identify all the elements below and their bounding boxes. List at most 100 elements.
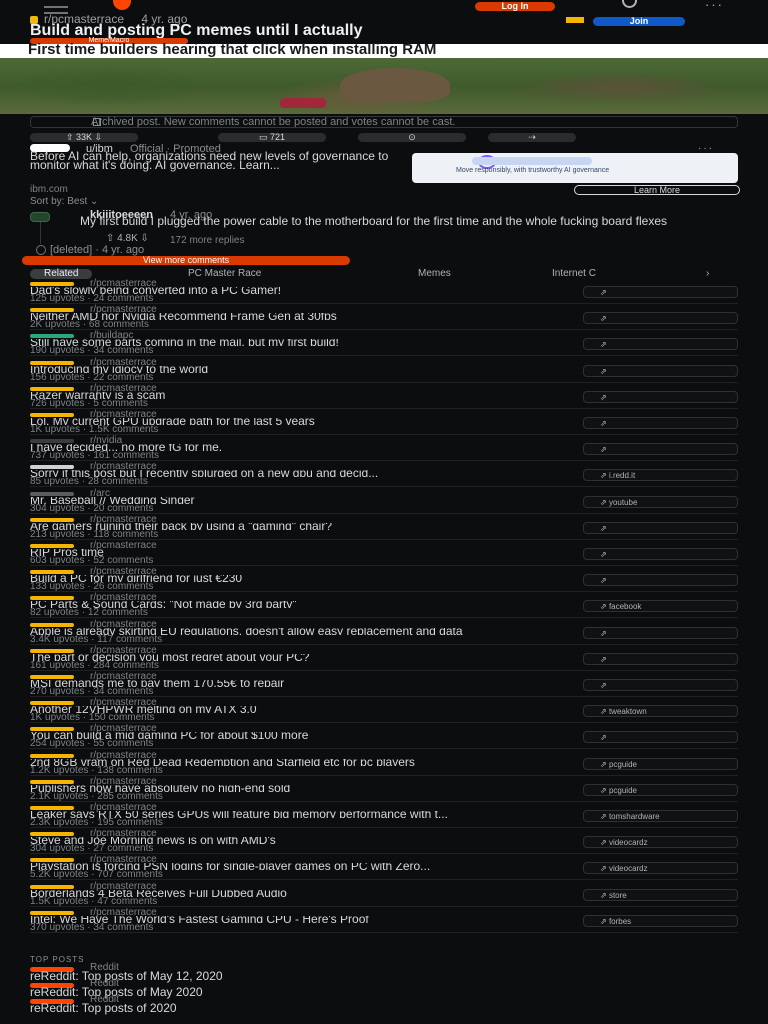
related-post[interactable]: r/pcmasterrace Intel: We Have The World's… bbox=[0, 908, 768, 933]
comments-button[interactable]: ▭ 721 bbox=[218, 133, 326, 142]
promoted-domain[interactable]: ibm.com bbox=[30, 184, 68, 195]
related-post[interactable]: r/pcmasterrace Leaker says RTX 50 series … bbox=[0, 803, 768, 828]
related-meta: 82 upvotes · 12 comments bbox=[30, 607, 148, 618]
comment-votes[interactable]: ⇧ 4.8K ⇩ bbox=[106, 233, 149, 244]
related-post[interactable]: r/pcmasterrace 2nd 8GB vram on Red Dead R… bbox=[0, 751, 768, 776]
related-post[interactable]: r/pcmasterrace Playstation is forcing PSN… bbox=[0, 855, 768, 880]
post-image[interactable] bbox=[0, 58, 768, 114]
related-post[interactable]: r/pcmasterrace Publishers now have absolu… bbox=[0, 777, 768, 802]
link-icon: ⇗ bbox=[600, 367, 607, 376]
related-post[interactable]: r/buildapc Still have some parts coming i… bbox=[0, 331, 768, 356]
tab-internet-culture[interactable]: Internet C bbox=[552, 269, 596, 279]
comment-thread-line[interactable] bbox=[40, 222, 41, 244]
login-button[interactable]: Log In bbox=[475, 2, 555, 11]
sort-dropdown[interactable]: Sort by: Best ⌄ bbox=[30, 196, 98, 207]
related-post[interactable]: r/pcmasterrace Another 12VHPWR melting on… bbox=[0, 698, 768, 723]
tab-pc-master-race[interactable]: PC Master Race bbox=[188, 269, 261, 279]
search-icon[interactable] bbox=[622, 0, 637, 8]
link-icon: ⇗ bbox=[600, 550, 607, 559]
related-thumbnail[interactable]: ⇗ videocardz bbox=[583, 836, 738, 848]
link-icon: ⇗ bbox=[600, 917, 609, 926]
related-thumbnail[interactable]: ⇗ bbox=[583, 286, 738, 298]
related-meta: 304 upvotes · 27 comments bbox=[30, 843, 154, 854]
subreddit-icon bbox=[30, 885, 74, 889]
more-replies-link[interactable]: 172 more replies bbox=[170, 235, 244, 246]
related-thumbnail[interactable]: ⇗ bbox=[583, 365, 738, 377]
link-icon: ⇗ bbox=[600, 812, 609, 821]
tab-related[interactable]: Related bbox=[30, 269, 93, 279]
related-thumbnail[interactable]: ⇗ bbox=[583, 627, 738, 639]
related-thumbnail[interactable]: ⇗ bbox=[583, 574, 738, 586]
related-thumbnail[interactable]: ⇗ bbox=[583, 653, 738, 665]
related-post[interactable]: r/pcmasterrace Apple is already skirting … bbox=[0, 620, 768, 645]
top-post-title[interactable]: reReddit: Top posts of 2020 bbox=[30, 1002, 177, 1014]
related-thumbnail[interactable]: ⇗ bbox=[583, 391, 738, 403]
subreddit-icon bbox=[30, 623, 74, 627]
related-post[interactable]: r/pcmasterrace Are gamers ruining their b… bbox=[0, 515, 768, 540]
related-thumbnail[interactable]: ⇗ pcguide bbox=[583, 758, 738, 770]
related-thumbnail[interactable]: ⇗ forbes bbox=[583, 915, 738, 927]
related-thumbnail[interactable]: ⇗ bbox=[583, 522, 738, 534]
related-post[interactable]: r/pcmasterrace PC Parts & Sound Cards: "N… bbox=[0, 593, 768, 618]
expand-icon[interactable] bbox=[36, 245, 46, 255]
link-icon: ⇗ bbox=[600, 760, 609, 769]
related-meta: 213 upvotes · 118 comments bbox=[30, 529, 159, 540]
tabs-next-icon[interactable]: › bbox=[706, 269, 709, 279]
related-thumbnail[interactable]: ⇗ bbox=[583, 548, 738, 560]
related-post[interactable]: r/pcmasterrace Dad's slowly being convert… bbox=[0, 279, 768, 304]
related-meta: 603 upvotes · 52 comments bbox=[30, 555, 154, 566]
related-meta: 2.1K upvotes · 285 comments bbox=[30, 791, 163, 802]
link-icon: ⇗ bbox=[600, 393, 607, 402]
subreddit-icon bbox=[30, 518, 74, 522]
related-thumbnail[interactable]: ⇗ bbox=[583, 417, 738, 429]
tab-memes[interactable]: Memes bbox=[418, 269, 451, 279]
share-button[interactable]: ⇢ bbox=[488, 133, 576, 142]
related-meta: 3.4K upvotes · 117 comments bbox=[30, 634, 163, 645]
related-post[interactable]: r/pcmasterrace Neither AMD nor Nvidia Rec… bbox=[0, 305, 768, 330]
related-thumbnail[interactable]: ⇗ store bbox=[583, 889, 738, 901]
related-thumbnail[interactable]: ⇗ bbox=[583, 312, 738, 324]
related-thumbnail[interactable]: ⇗ bbox=[583, 338, 738, 350]
related-post[interactable]: r/pcmasterrace Borderlands 4 Beta Receive… bbox=[0, 882, 768, 907]
related-post[interactable]: r/pcmasterrace Introducing my idiocy to t… bbox=[0, 358, 768, 383]
related-thumbnail[interactable]: ⇗ i.redd.it bbox=[583, 469, 738, 481]
thumbnail-domain: youtube bbox=[608, 498, 638, 507]
related-thumbnail[interactable]: ⇗ bbox=[583, 443, 738, 455]
lock-icon bbox=[93, 118, 101, 126]
related-post[interactable]: r/pcmasterrace MSI demands me to pay them… bbox=[0, 672, 768, 697]
vote-button[interactable]: ⇧ 33K ⇩ bbox=[30, 133, 138, 142]
related-thumbnail[interactable]: ⇗ bbox=[583, 731, 738, 743]
more-options-icon[interactable]: ··· bbox=[705, 0, 724, 11]
related-thumbnail[interactable]: ⇗ videocardz bbox=[583, 862, 738, 874]
menu-icon[interactable] bbox=[44, 6, 68, 8]
promoted-image[interactable]: Move responsibly, with trustworthy AI go… bbox=[412, 153, 738, 183]
related-post[interactable]: r/pcmasterrace You can build a mid gaming… bbox=[0, 724, 768, 749]
link-icon: ⇗ bbox=[600, 419, 607, 428]
related-meta: 2.3K upvotes · 195 comments bbox=[30, 817, 163, 828]
related-post[interactable]: r/pcmasterrace Steve and Joe Morning news… bbox=[0, 829, 768, 854]
related-thumbnail[interactable]: ⇗ tweaktown bbox=[583, 705, 738, 717]
related-thumbnail[interactable]: ⇗ bbox=[583, 679, 738, 691]
comment-avatar[interactable] bbox=[30, 212, 50, 222]
related-post[interactable]: r/pcmasterrace Razer warranty is a scam 72… bbox=[0, 384, 768, 409]
award-button[interactable]: ⊙ bbox=[358, 133, 466, 142]
related-post[interactable]: r/pcmasterrace Lol. My current GPU upgrad… bbox=[0, 410, 768, 435]
related-post[interactable]: r/pcmasterrace Sorry if this post but I r… bbox=[0, 462, 768, 487]
related-post[interactable]: r/pcmasterrace The part or decision you m… bbox=[0, 646, 768, 671]
related-meta: 2K upvotes · 68 comments bbox=[30, 319, 149, 330]
learn-more-button[interactable]: Learn More bbox=[574, 185, 740, 195]
link-icon: ⇗ bbox=[600, 733, 607, 742]
related-thumbnail[interactable]: ⇗ tomshardware bbox=[583, 810, 738, 822]
link-icon: ⇗ bbox=[600, 655, 607, 664]
related-post[interactable]: r/arc Mr. Baseball // Wedding Singer 304 u… bbox=[0, 489, 768, 514]
reddit-logo-icon[interactable] bbox=[113, 0, 131, 10]
top-post[interactable]: Reddit reReddit: Top posts of 2020 bbox=[0, 995, 768, 1014]
related-thumbnail[interactable]: ⇗ facebook bbox=[583, 600, 738, 612]
view-more-comments-button[interactable]: View more comments bbox=[22, 256, 350, 265]
related-thumbnail[interactable]: ⇗ youtube bbox=[583, 496, 738, 508]
related-post[interactable]: r/pcmasterrace RIP Pros time 603 upvotes ·… bbox=[0, 541, 768, 566]
related-post[interactable]: r/nvidia I have decided... no more fG for… bbox=[0, 436, 768, 461]
top-post-title[interactable]: reReddit: Top posts of May 12, 2020 bbox=[30, 970, 223, 982]
related-thumbnail[interactable]: ⇗ pcguide bbox=[583, 784, 738, 796]
related-post[interactable]: r/pcmasterrace Build a PC for my girlfrie… bbox=[0, 567, 768, 592]
